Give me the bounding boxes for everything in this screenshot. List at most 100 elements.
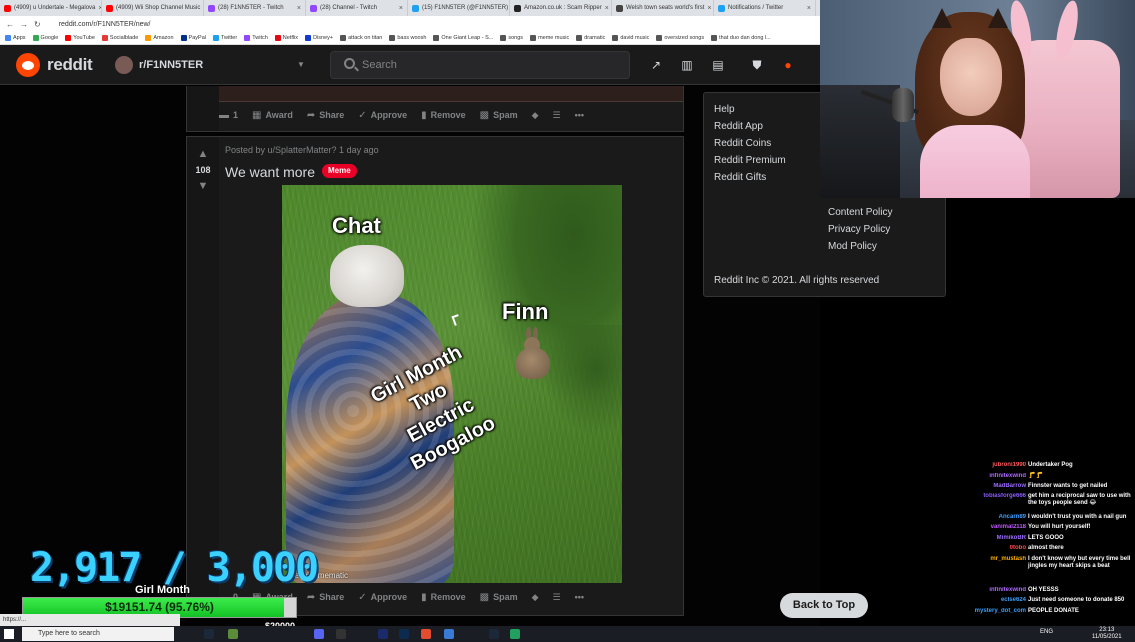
remove-button[interactable]: ▮ Remove: [421, 592, 466, 603]
chat-username[interactable]: jubroni1990: [968, 462, 1028, 469]
approve-button[interactable]: ✓ Approve: [358, 110, 407, 121]
bookmark-item[interactable]: Netflix: [274, 35, 298, 41]
chat-username[interactable]: mr_mustash: [968, 556, 1028, 570]
bookmark-item[interactable]: meme music: [530, 35, 569, 41]
forward-arrow-icon[interactable]: →: [20, 20, 28, 29]
close-icon[interactable]: ×: [399, 5, 403, 12]
footer-link[interactable]: Reddit Gifts: [714, 172, 766, 183]
bookmark-item[interactable]: Apps: [5, 35, 26, 41]
post-title[interactable]: We want more: [225, 164, 315, 180]
steam-app-icon[interactable]: [489, 629, 499, 639]
browser-tab[interactable]: Notifications / Twitter ×: [714, 0, 816, 16]
obs-icon[interactable]: [336, 629, 346, 639]
footer-link[interactable]: Help: [714, 104, 735, 115]
more-options-icon[interactable]: •••: [575, 110, 584, 120]
bookmark-item[interactable]: Google: [32, 35, 58, 41]
back-arrow-icon[interactable]: ←: [6, 20, 14, 29]
chat-username[interactable]: infinitexwind: [968, 473, 1028, 480]
photoshop-icon[interactable]: [399, 629, 409, 639]
close-icon[interactable]: ×: [605, 5, 609, 12]
post-media[interactable]: [219, 86, 683, 102]
chevron-down-icon[interactable]: ▼: [297, 60, 305, 69]
chat-icon[interactable]: ●: [781, 58, 795, 72]
post-card[interactable]: ▲ 108 ▼ Posted by u/SplatterMatter? 1 da…: [186, 136, 684, 616]
system-tray-language[interactable]: ENG: [1040, 629, 1053, 635]
footer-link[interactable]: Reddit Premium: [714, 155, 786, 166]
bookmark-item[interactable]: songs: [500, 35, 523, 41]
bookmark-item[interactable]: Twitter: [212, 35, 237, 41]
browser-tab[interactable]: (4909) u Undertale - Megalova×: [0, 0, 102, 16]
browser-tab[interactable]: Amazon.co.uk : Scam Ripper ×: [510, 0, 612, 16]
trending-icon[interactable]: ↗: [649, 58, 663, 72]
spotify-icon[interactable]: [510, 629, 520, 639]
upvote-icon[interactable]: ▲: [196, 149, 210, 160]
reddit-logo-icon[interactable]: [16, 53, 40, 77]
footer-link[interactable]: Reddit Coins: [714, 138, 771, 149]
chat-username[interactable]: infinitexwind: [968, 587, 1028, 594]
minecraft-icon[interactable]: [228, 629, 238, 639]
browser-tab[interactable]: Welsh town seats world's first ×: [612, 0, 714, 16]
search-input[interactable]: Search: [362, 59, 397, 71]
reload-icon[interactable]: ↻: [34, 20, 41, 29]
url-text[interactable]: reddit.com/r/F1NN5TER/new/: [59, 21, 151, 28]
chat-username[interactable]: Ancarn89: [968, 514, 1028, 521]
subreddit-name[interactable]: r/F1NN5TER: [139, 59, 203, 71]
browser-tab[interactable]: (15) F1NN5TER (@F1NN5TER)×: [408, 0, 510, 16]
post-card[interactable]: ▬ 1 ▦ Award ➦ Share ✓ Approve ▮ Remove ▩ Spam ◆ ☰ •••: [186, 86, 684, 132]
browser-tab[interactable]: (4909) Wii Shop Channel Music×: [102, 0, 204, 16]
remove-button[interactable]: ▮ Remove: [421, 110, 466, 121]
more-options-icon[interactable]: •••: [575, 592, 584, 602]
taskbar-search-input[interactable]: Type here to search: [22, 627, 174, 641]
bookmark-item[interactable]: oversized songs: [656, 35, 704, 41]
steam-icon[interactable]: [204, 629, 214, 639]
award-button[interactable]: ▦Award: [252, 110, 293, 121]
chat-username[interactable]: tobiasforge666: [968, 493, 1028, 507]
chat-username[interactable]: MadBarrow: [968, 483, 1028, 490]
bookmark-item[interactable]: Socialblade: [101, 35, 138, 41]
reddit-wordmark[interactable]: reddit: [47, 55, 93, 75]
close-icon[interactable]: ×: [297, 5, 301, 12]
bookmark-item[interactable]: Disney+: [305, 35, 333, 41]
file-explorer-icon[interactable]: [444, 629, 454, 639]
policy-link[interactable]: Content Policy: [828, 207, 892, 218]
spam-button[interactable]: ▩ Spam: [480, 592, 518, 603]
vegas-icon[interactable]: [378, 629, 388, 639]
windows-start-icon[interactable]: [4, 629, 14, 639]
post-meta[interactable]: Posted by u/SplatterMatter? 1 day ago: [225, 145, 379, 155]
chat-username[interactable]: vanimal2118: [968, 524, 1028, 531]
bookmark-item[interactable]: One Giant Leap - S...: [433, 35, 493, 41]
taskbar-clock[interactable]: 23:13 11/05/2021: [1092, 627, 1122, 641]
close-icon[interactable]: ×: [707, 5, 711, 12]
comments-button[interactable]: ▬ 1: [219, 110, 238, 121]
chat-username[interactable]: mystery_dot_com: [968, 608, 1028, 615]
browser-tab[interactable]: (28) F1NN5TER - Twitch ×: [204, 0, 306, 16]
downvote-icon[interactable]: ▼: [196, 181, 210, 192]
tag-icon[interactable]: ◆: [532, 110, 539, 121]
chat-username[interactable]: eclse624: [968, 597, 1028, 604]
approve-button[interactable]: ✓ Approve: [358, 592, 407, 603]
mod-queue-icon[interactable]: ▤: [711, 58, 725, 72]
meme-image[interactable]: Chat Finn Girl Month Two Electric Boogal…: [282, 185, 622, 583]
bookmark-item[interactable]: david music: [612, 35, 649, 41]
policy-link[interactable]: Mod Policy: [828, 241, 877, 252]
tag-icon[interactable]: ◆: [532, 592, 539, 603]
browser-tab[interactable]: (28) Channel - Twitch ×: [306, 0, 408, 16]
bookmark-item[interactable]: bass woosh: [389, 35, 426, 41]
post-flair[interactable]: Meme: [322, 164, 357, 178]
chrome-icon[interactable]: [421, 629, 431, 639]
address-bar[interactable]: ← → ↻ reddit.com/r/F1NN5TER/new/: [0, 16, 820, 32]
bookmark-item[interactable]: Amazon: [145, 35, 174, 41]
shield-icon[interactable]: ⛊: [750, 58, 764, 72]
chat-username[interactable]: 0tobo: [968, 545, 1028, 552]
chat-username[interactable]: MimikoBR: [968, 535, 1028, 542]
list-icon[interactable]: ☰: [553, 592, 561, 603]
back-to-top-button[interactable]: Back to Top: [780, 593, 868, 618]
bookmark-item[interactable]: that duo dan dong l...: [711, 35, 771, 41]
bookmark-item[interactable]: PayPal: [180, 35, 206, 41]
spam-button[interactable]: ▩ Spam: [480, 110, 518, 121]
policy-link[interactable]: Privacy Policy: [828, 224, 890, 235]
bookmark-item[interactable]: dramatic: [576, 35, 605, 41]
footer-link[interactable]: Reddit App: [714, 121, 763, 132]
bookmark-item[interactable]: YouTube: [65, 35, 95, 41]
bookmark-item[interactable]: Twitch: [244, 35, 268, 41]
